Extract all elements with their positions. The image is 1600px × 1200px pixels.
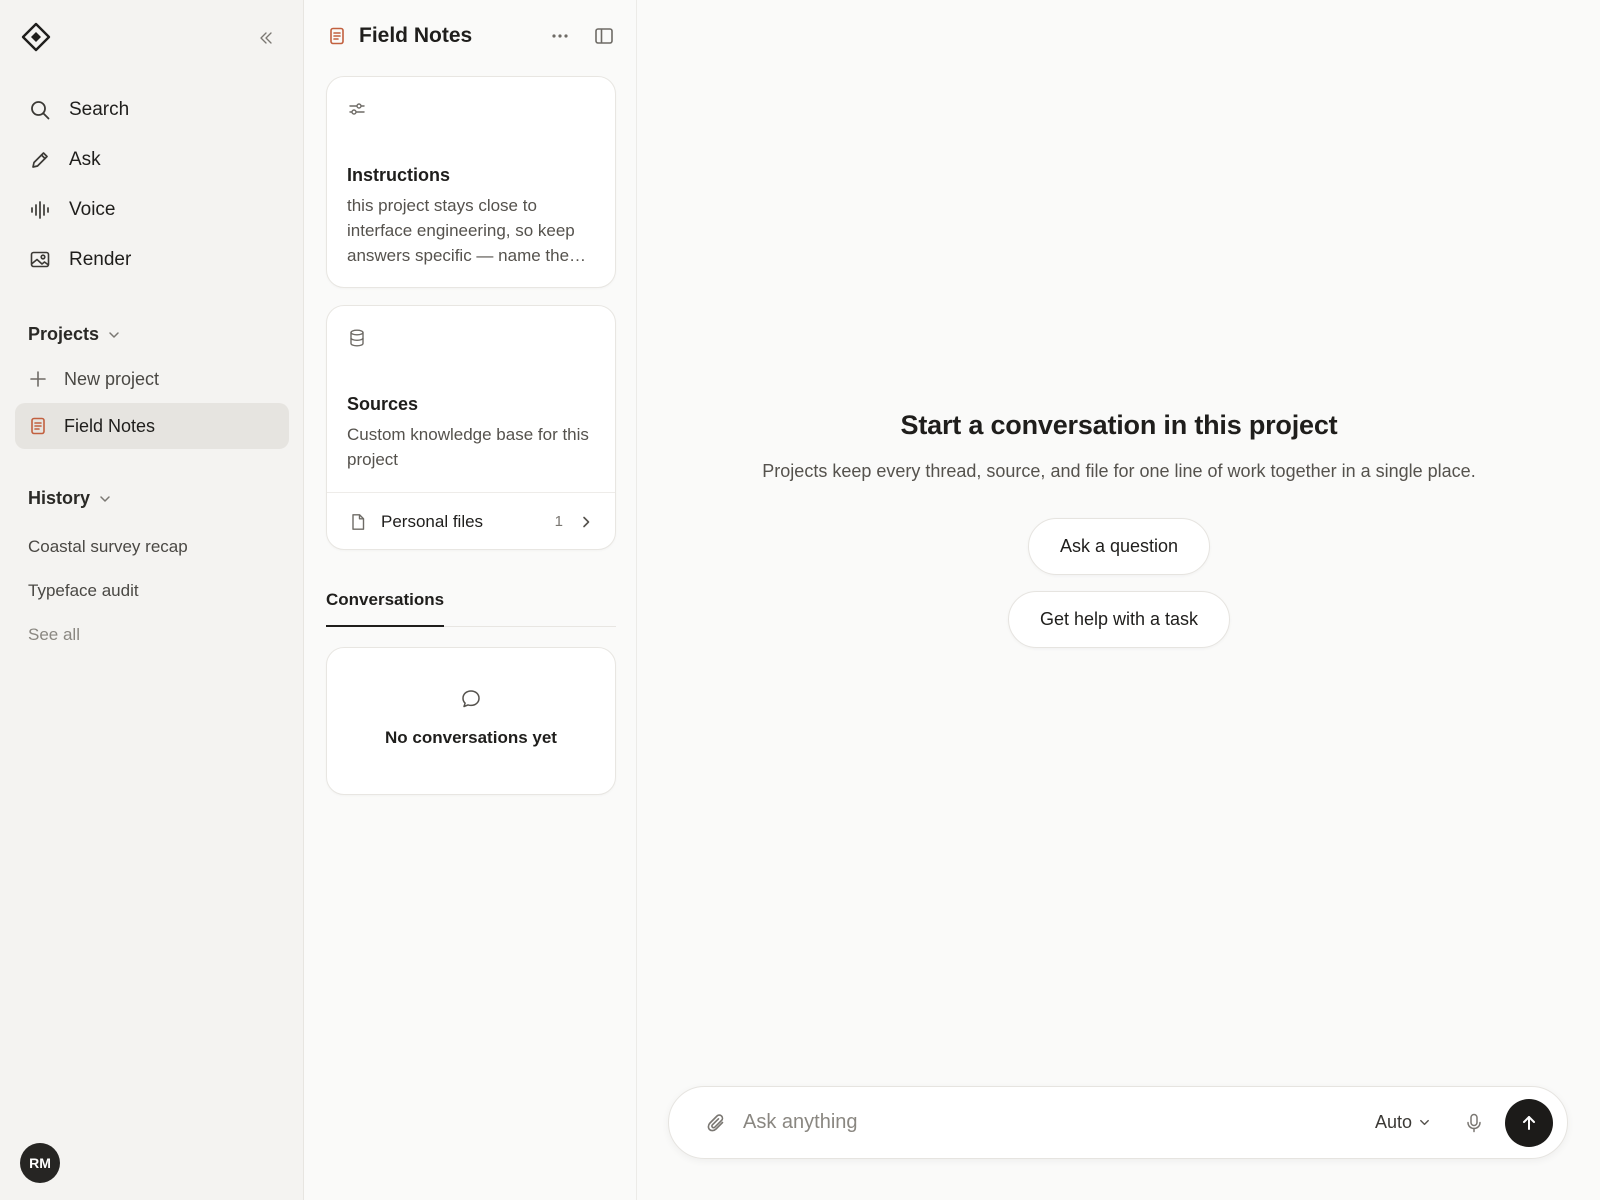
history-heading: History xyxy=(28,488,91,508)
nav-item-label: Ask xyxy=(69,149,101,170)
nav-item-voice[interactable]: Voice xyxy=(15,185,290,235)
document-icon xyxy=(327,26,347,46)
new-project-button[interactable]: New project xyxy=(15,359,290,399)
arrow-up-icon xyxy=(1523,1115,1535,1130)
sources-text: Custom knowledge base for this project xyxy=(347,425,589,469)
sources-title: Sources xyxy=(347,394,419,414)
project-header: Field Notes xyxy=(327,18,617,54)
ask-question-button[interactable]: Ask a question xyxy=(1027,518,1211,575)
plus-icon xyxy=(28,369,48,389)
sidebar: Search Ask Voice Render Projects New pro… xyxy=(0,0,304,1200)
chevron-down-icon xyxy=(98,492,112,506)
personal-files-label: Personal files xyxy=(381,511,484,531)
instructions-title: Instructions xyxy=(347,165,451,185)
project-panel: Field Notes Instructions this project st… xyxy=(305,0,637,1200)
personal-files-count: 1 xyxy=(554,513,563,530)
see-all-link[interactable]: See all xyxy=(28,613,188,657)
new-project-label: New project xyxy=(64,368,160,389)
microphone-icon[interactable] xyxy=(1461,1110,1487,1136)
toggle-panel-icon[interactable] xyxy=(591,23,617,49)
empty-conversations-card: No conversations yet xyxy=(326,647,616,795)
nav-item-render[interactable]: Render xyxy=(15,235,290,285)
main-area: Start a conversation in this project Pro… xyxy=(638,0,1600,1200)
waveform-icon xyxy=(29,199,51,221)
more-options-icon[interactable] xyxy=(547,23,573,49)
pencil-icon xyxy=(29,149,51,171)
image-icon xyxy=(29,249,51,271)
sources-card: Sources Custom knowledge base for this p… xyxy=(326,305,616,550)
chevron-down-icon xyxy=(1418,1116,1431,1129)
projects-section-toggle[interactable]: Projects xyxy=(28,324,121,345)
empty-state-text: No conversations yet xyxy=(385,728,557,747)
send-button[interactable] xyxy=(1505,1098,1553,1147)
instructions-text: this project stays close to interface en… xyxy=(347,196,575,265)
instructions-card[interactable]: Instructions this project stays close to… xyxy=(326,76,616,288)
chat-bubble-icon xyxy=(460,688,482,710)
user-avatar[interactable]: RM xyxy=(20,1143,60,1183)
nav-item-label: Search xyxy=(69,99,130,120)
chevron-right-icon xyxy=(579,515,593,529)
composer: Auto xyxy=(668,1086,1568,1159)
sidebar-project-field-notes[interactable]: Field Notes xyxy=(15,403,289,449)
collapse-sidebar-icon[interactable] xyxy=(254,26,278,50)
search-icon xyxy=(29,99,51,121)
nav-item-search[interactable]: Search xyxy=(15,85,290,135)
empty-state: Start a conversation in this project Pro… xyxy=(638,410,1600,648)
model-select[interactable]: Auto xyxy=(1375,1112,1431,1133)
nav-item-label: Voice xyxy=(69,199,116,220)
projects-heading: Projects xyxy=(28,324,100,344)
conversation-tabs: Conversations xyxy=(326,586,616,627)
history-item[interactable]: Coastal survey recap xyxy=(28,525,188,569)
sliders-icon xyxy=(347,99,367,119)
chevron-down-icon xyxy=(107,328,121,342)
nav-item-label: Render xyxy=(69,249,132,270)
get-help-button[interactable]: Get help with a task xyxy=(1007,591,1231,648)
message-input[interactable] xyxy=(743,1111,1375,1134)
project-title: Field Notes xyxy=(359,24,473,47)
file-icon xyxy=(349,513,367,531)
main-nav: Search Ask Voice Render xyxy=(15,85,290,285)
model-select-label: Auto xyxy=(1374,1112,1412,1132)
paperclip-icon[interactable] xyxy=(705,1112,727,1134)
tab-conversations[interactable]: Conversations xyxy=(326,586,445,627)
personal-files-row[interactable]: Personal files 1 xyxy=(327,493,615,550)
app-logo-icon[interactable] xyxy=(21,22,51,52)
history-item[interactable]: Typeface audit xyxy=(28,569,188,613)
main-title: Start a conversation in this project xyxy=(900,410,1338,440)
history-section-toggle[interactable]: History xyxy=(28,488,112,509)
main-subtitle: Projects keep every thread, source, and … xyxy=(762,461,1476,481)
database-icon xyxy=(347,328,367,348)
project-label: Field Notes xyxy=(64,415,156,436)
document-icon xyxy=(28,416,48,436)
nav-item-ask[interactable]: Ask xyxy=(15,135,290,185)
history-list: Coastal survey recap Typeface audit See … xyxy=(28,525,188,657)
